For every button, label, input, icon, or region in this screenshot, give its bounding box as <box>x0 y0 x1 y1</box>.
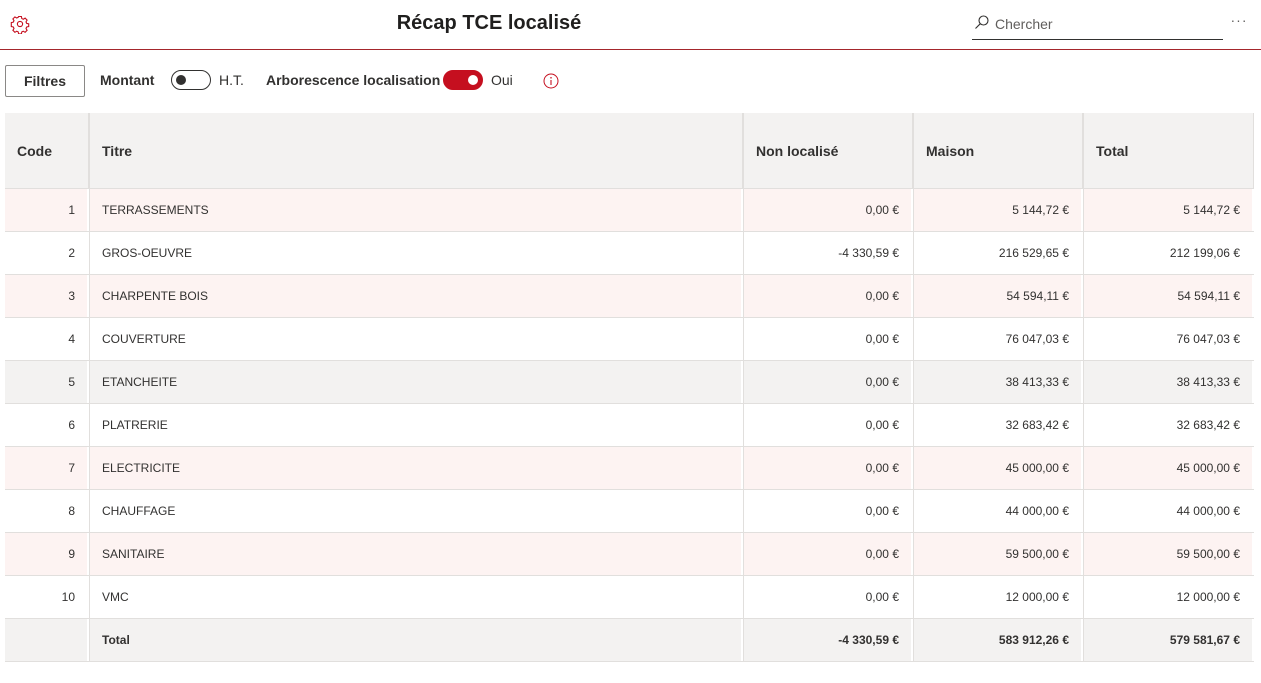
cell-maison: 76 047,03 € <box>913 318 1083 360</box>
cell-total: 32 683,42 € <box>1083 404 1254 446</box>
cell-code: 1 <box>5 189 89 231</box>
table-row[interactable]: 8 CHAUFFAGE 0,00 € 44 000,00 € 44 000,00… <box>5 490 1254 533</box>
cell-code: 3 <box>5 275 89 317</box>
cell-titre: PLATRERIE <box>89 404 743 446</box>
cell-total: 44 000,00 € <box>1083 490 1254 532</box>
cell-non-localise: 0,00 € <box>743 361 913 403</box>
cell-code: 7 <box>5 447 89 489</box>
cell-titre: COUVERTURE <box>89 318 743 360</box>
montant-toggle[interactable] <box>171 70 211 90</box>
cell-total: 54 594,11 € <box>1083 275 1254 317</box>
cell-titre: Total <box>89 619 743 661</box>
cell-total: 5 144,72 € <box>1083 189 1254 231</box>
cell-non-localise: 0,00 € <box>743 404 913 446</box>
column-header-total[interactable]: Total <box>1083 113 1254 188</box>
arborescence-toggle[interactable] <box>443 70 483 90</box>
table-row[interactable]: 5 ETANCHEITE 0,00 € 38 413,33 € 38 413,3… <box>5 361 1254 404</box>
cell-maison: 54 594,11 € <box>913 275 1083 317</box>
cell-maison: 12 000,00 € <box>913 576 1083 618</box>
cell-non-localise: 0,00 € <box>743 318 913 360</box>
cell-titre: CHAUFFAGE <box>89 490 743 532</box>
cell-maison: 216 529,65 € <box>913 232 1083 274</box>
cell-code: 8 <box>5 490 89 532</box>
toggle-knob <box>468 75 478 85</box>
cell-titre: ELECTRICITE <box>89 447 743 489</box>
cell-total: 45 000,00 € <box>1083 447 1254 489</box>
page-title: Récap TCE localisé <box>396 12 582 34</box>
cell-titre: VMC <box>89 576 743 618</box>
cell-titre: CHARPENTE BOIS <box>89 275 743 317</box>
table-row[interactable]: 9 SANITAIRE 0,00 € 59 500,00 € 59 500,00… <box>5 533 1254 576</box>
montant-label: Montant <box>100 72 155 88</box>
cell-total: 59 500,00 € <box>1083 533 1254 575</box>
cell-non-localise: 0,00 € <box>743 533 913 575</box>
table-row[interactable]: 7 ELECTRICITE 0,00 € 45 000,00 € 45 000,… <box>5 447 1254 490</box>
cell-code: 4 <box>5 318 89 360</box>
cell-code: 10 <box>5 576 89 618</box>
cell-maison: 32 683,42 € <box>913 404 1083 446</box>
montant-value: H.T. <box>219 72 244 88</box>
cell-code: 9 <box>5 533 89 575</box>
cell-titre: TERRASSEMENTS <box>89 189 743 231</box>
table-total-row: Total -4 330,59 € 583 912,26 € 579 581,6… <box>5 619 1254 662</box>
cell-code: 5 <box>5 361 89 403</box>
cell-total: 38 413,33 € <box>1083 361 1254 403</box>
filters-button[interactable]: Filtres <box>5 65 85 97</box>
cell-code: 2 <box>5 232 89 274</box>
cell-maison: 59 500,00 € <box>913 533 1083 575</box>
column-header-code[interactable]: Code <box>5 113 89 188</box>
table-row[interactable]: 6 PLATRERIE 0,00 € 32 683,42 € 32 683,42… <box>5 404 1254 447</box>
table-row[interactable]: 1 TERRASSEMENTS 0,00 € 5 144,72 € 5 144,… <box>5 189 1254 232</box>
cell-non-localise: 0,00 € <box>743 447 913 489</box>
arborescence-value: Oui <box>491 72 513 88</box>
cell-titre: GROS-OEUVRE <box>89 232 743 274</box>
cell-maison: 44 000,00 € <box>913 490 1083 532</box>
app-header: Récap TCE localisé ··· <box>0 0 1261 50</box>
search-box[interactable] <box>972 11 1223 40</box>
cell-total: 212 199,06 € <box>1083 232 1254 274</box>
column-header-maison[interactable]: Maison <box>913 113 1083 188</box>
cell-titre: SANITAIRE <box>89 533 743 575</box>
cell-maison: 5 144,72 € <box>913 189 1083 231</box>
cell-maison: 583 912,26 € <box>913 619 1083 661</box>
cell-maison: 45 000,00 € <box>913 447 1083 489</box>
column-header-titre[interactable]: Titre <box>89 113 743 188</box>
table-row[interactable]: 2 GROS-OEUVRE -4 330,59 € 216 529,65 € 2… <box>5 232 1254 275</box>
toggle-knob <box>176 75 186 85</box>
table-row[interactable]: 3 CHARPENTE BOIS 0,00 € 54 594,11 € 54 5… <box>5 275 1254 318</box>
cell-total: 76 047,03 € <box>1083 318 1254 360</box>
search-input[interactable] <box>995 13 1220 35</box>
recap-table: Code Titre Non localisé Maison Total 1 T… <box>5 113 1254 662</box>
more-icon[interactable]: ··· <box>1228 12 1250 32</box>
cell-non-localise: 0,00 € <box>743 490 913 532</box>
info-icon[interactable] <box>543 73 559 89</box>
cell-non-localise: 0,00 € <box>743 576 913 618</box>
cell-titre: ETANCHEITE <box>89 361 743 403</box>
table-row[interactable]: 4 COUVERTURE 0,00 € 76 047,03 € 76 047,0… <box>5 318 1254 361</box>
cell-total: 579 581,67 € <box>1083 619 1254 661</box>
cell-non-localise: -4 330,59 € <box>743 232 913 274</box>
column-header-non-localise[interactable]: Non localisé <box>743 113 913 188</box>
cell-code: 6 <box>5 404 89 446</box>
cell-non-localise: 0,00 € <box>743 275 913 317</box>
cell-maison: 38 413,33 € <box>913 361 1083 403</box>
cell-total: 12 000,00 € <box>1083 576 1254 618</box>
search-icon <box>974 14 990 30</box>
cell-non-localise: -4 330,59 € <box>743 619 913 661</box>
cell-non-localise: 0,00 € <box>743 189 913 231</box>
table-row[interactable]: 10 VMC 0,00 € 12 000,00 € 12 000,00 € <box>5 576 1254 619</box>
table-header-row: Code Titre Non localisé Maison Total <box>5 113 1254 189</box>
cell-code <box>5 619 89 661</box>
arborescence-label: Arborescence localisation <box>266 72 441 88</box>
